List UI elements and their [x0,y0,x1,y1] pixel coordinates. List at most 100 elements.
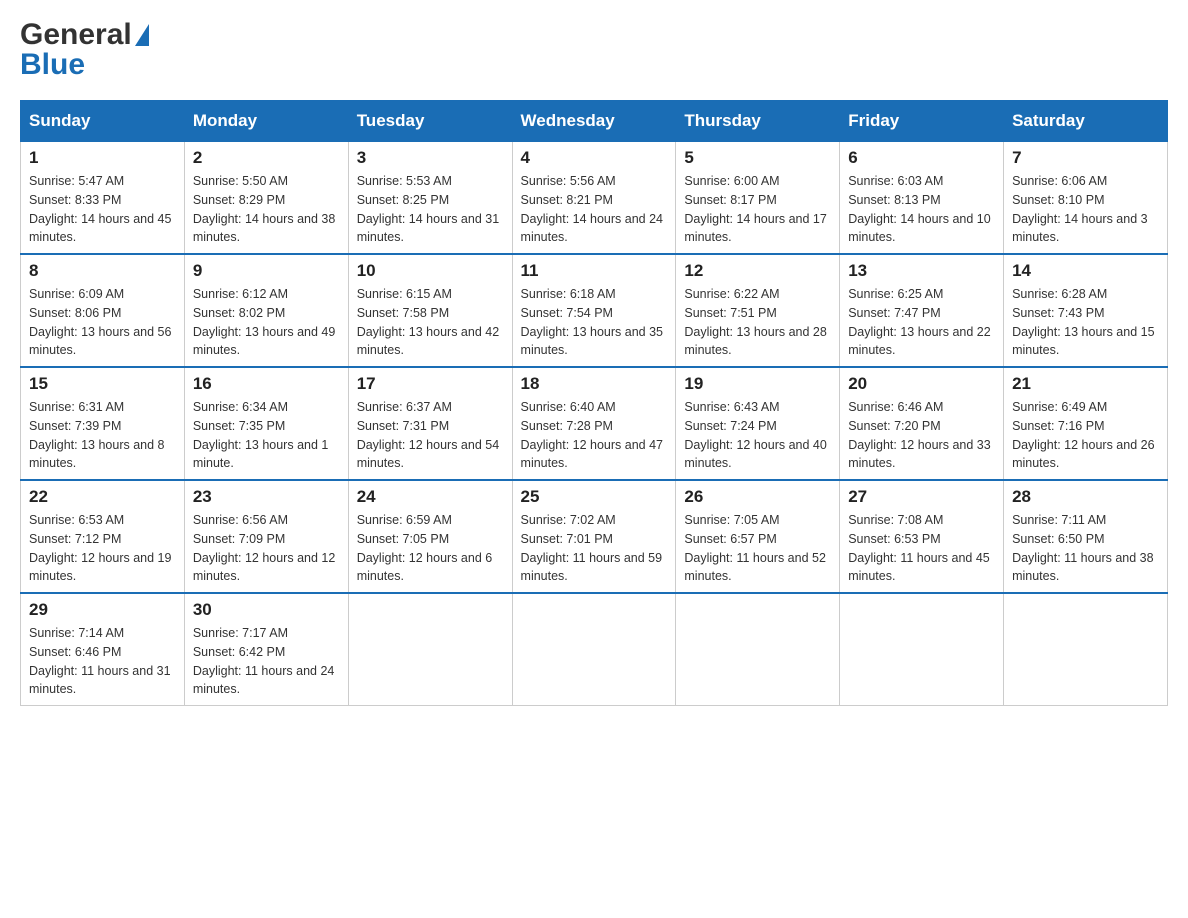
day-number: 28 [1012,487,1159,507]
day-number: 17 [357,374,504,394]
day-info: Sunrise: 6:34 AMSunset: 7:35 PMDaylight:… [193,398,340,473]
day-cell: 17 Sunrise: 6:37 AMSunset: 7:31 PMDayligh… [348,367,512,480]
day-info: Sunrise: 6:43 AMSunset: 7:24 PMDaylight:… [684,398,831,473]
day-info: Sunrise: 7:02 AMSunset: 7:01 PMDaylight:… [521,511,668,586]
day-number: 13 [848,261,995,281]
day-cell: 8 Sunrise: 6:09 AMSunset: 8:06 PMDaylight… [21,254,185,367]
week-row-4: 22 Sunrise: 6:53 AMSunset: 7:12 PMDayligh… [21,480,1168,593]
day-info: Sunrise: 6:25 AMSunset: 7:47 PMDaylight:… [848,285,995,360]
day-number: 27 [848,487,995,507]
day-info: Sunrise: 7:17 AMSunset: 6:42 PMDaylight:… [193,624,340,699]
day-info: Sunrise: 6:31 AMSunset: 7:39 PMDaylight:… [29,398,176,473]
day-cell: 29 Sunrise: 7:14 AMSunset: 6:46 PMDayligh… [21,593,185,706]
logo-general: General [20,18,132,51]
day-cell: 28Sunrise: 7:11 AMSunset: 6:50 PMDayligh… [1004,480,1168,593]
day-info: Sunrise: 7:14 AMSunset: 6:46 PMDaylight:… [29,624,176,699]
day-cell: 2 Sunrise: 5:50 AMSunset: 8:29 PMDaylight… [184,142,348,255]
day-number: 7 [1012,148,1159,168]
day-cell: 9 Sunrise: 6:12 AMSunset: 8:02 PMDaylight… [184,254,348,367]
day-info: Sunrise: 5:56 AMSunset: 8:21 PMDaylight:… [521,172,668,247]
day-info: Sunrise: 6:59 AMSunset: 7:05 PMDaylight:… [357,511,504,586]
day-number: 6 [848,148,995,168]
header-saturday: Saturday [1004,101,1168,142]
day-info: Sunrise: 6:18 AMSunset: 7:54 PMDaylight:… [521,285,668,360]
logo: General Blue [20,20,149,80]
day-number: 16 [193,374,340,394]
day-cell: 14 Sunrise: 6:28 AMSunset: 7:43 PMDayligh… [1004,254,1168,367]
week-row-1: 1 Sunrise: 5:47 AMSunset: 8:33 PMDaylight… [21,142,1168,255]
weekday-header-row: Sunday Monday Tuesday Wednesday Thursday… [21,101,1168,142]
day-number: 23 [193,487,340,507]
day-cell: 26 Sunrise: 7:05 AMSunset: 6:57 PMDayligh… [676,480,840,593]
day-cell: 24 Sunrise: 6:59 AMSunset: 7:05 PMDayligh… [348,480,512,593]
day-info: Sunrise: 5:47 AMSunset: 8:33 PMDaylight:… [29,172,176,247]
week-row-5: 29 Sunrise: 7:14 AMSunset: 6:46 PMDayligh… [21,593,1168,706]
day-cell: 22 Sunrise: 6:53 AMSunset: 7:12 PMDayligh… [21,480,185,593]
day-info: Sunrise: 7:05 AMSunset: 6:57 PMDaylight:… [684,511,831,586]
calendar-table: Sunday Monday Tuesday Wednesday Thursday… [20,100,1168,706]
day-cell: 21 Sunrise: 6:49 AMSunset: 7:16 PMDayligh… [1004,367,1168,480]
day-number: 2 [193,148,340,168]
header-thursday: Thursday [676,101,840,142]
day-number: 30 [193,600,340,620]
day-number: 29 [29,600,176,620]
day-cell: 3Sunrise: 5:53 AMSunset: 8:25 PMDaylight… [348,142,512,255]
day-info: Sunrise: 6:09 AMSunset: 8:06 PMDaylight:… [29,285,176,360]
day-info: Sunrise: 6:40 AMSunset: 7:28 PMDaylight:… [521,398,668,473]
day-cell: 7Sunrise: 6:06 AMSunset: 8:10 PMDaylight… [1004,142,1168,255]
day-info: Sunrise: 6:53 AMSunset: 7:12 PMDaylight:… [29,511,176,586]
day-cell [512,593,676,706]
day-cell: 6 Sunrise: 6:03 AMSunset: 8:13 PMDaylight… [840,142,1004,255]
day-number: 15 [29,374,176,394]
day-cell [1004,593,1168,706]
day-cell [348,593,512,706]
day-cell [676,593,840,706]
week-row-3: 15 Sunrise: 6:31 AMSunset: 7:39 PMDayligh… [21,367,1168,480]
page-header: General Blue [20,20,1168,80]
logo-triangle [135,24,149,46]
day-number: 21 [1012,374,1159,394]
day-cell: 19Sunrise: 6:43 AMSunset: 7:24 PMDayligh… [676,367,840,480]
day-info: Sunrise: 6:22 AMSunset: 7:51 PMDaylight:… [684,285,831,360]
day-number: 14 [1012,261,1159,281]
day-number: 4 [521,148,668,168]
day-info: Sunrise: 6:56 AMSunset: 7:09 PMDaylight:… [193,511,340,586]
day-number: 12 [684,261,831,281]
day-number: 5 [684,148,831,168]
day-cell: 27 Sunrise: 7:08 AMSunset: 6:53 PMDayligh… [840,480,1004,593]
day-info: Sunrise: 6:12 AMSunset: 8:02 PMDaylight:… [193,285,340,360]
day-cell: 15 Sunrise: 6:31 AMSunset: 7:39 PMDayligh… [21,367,185,480]
header-tuesday: Tuesday [348,101,512,142]
day-number: 1 [29,148,176,168]
header-friday: Friday [840,101,1004,142]
day-number: 9 [193,261,340,281]
day-cell: 12 Sunrise: 6:22 AMSunset: 7:51 PMDayligh… [676,254,840,367]
day-info: Sunrise: 6:49 AMSunset: 7:16 PMDaylight:… [1012,398,1159,473]
header-sunday: Sunday [21,101,185,142]
week-row-2: 8 Sunrise: 6:09 AMSunset: 8:06 PMDaylight… [21,254,1168,367]
day-number: 26 [684,487,831,507]
day-cell: 5 Sunrise: 6:00 AMSunset: 8:17 PMDaylight… [676,142,840,255]
day-number: 11 [521,261,668,281]
day-info: Sunrise: 5:50 AMSunset: 8:29 PMDaylight:… [193,172,340,247]
day-info: Sunrise: 6:37 AMSunset: 7:31 PMDaylight:… [357,398,504,473]
day-info: Sunrise: 5:53 AMSunset: 8:25 PMDaylight:… [357,172,504,247]
day-number: 10 [357,261,504,281]
day-number: 8 [29,261,176,281]
day-cell: 11 Sunrise: 6:18 AMSunset: 7:54 PMDayligh… [512,254,676,367]
day-number: 22 [29,487,176,507]
logo-blue: Blue [20,48,85,81]
day-cell: 4 Sunrise: 5:56 AMSunset: 8:21 PMDaylight… [512,142,676,255]
day-info: Sunrise: 6:00 AMSunset: 8:17 PMDaylight:… [684,172,831,247]
day-number: 25 [521,487,668,507]
day-number: 24 [357,487,504,507]
day-info: Sunrise: 7:08 AMSunset: 6:53 PMDaylight:… [848,511,995,586]
day-info: Sunrise: 6:03 AMSunset: 8:13 PMDaylight:… [848,172,995,247]
day-info: Sunrise: 6:46 AMSunset: 7:20 PMDaylight:… [848,398,995,473]
day-cell: 23 Sunrise: 6:56 AMSunset: 7:09 PMDayligh… [184,480,348,593]
day-cell: 25 Sunrise: 7:02 AMSunset: 7:01 PMDayligh… [512,480,676,593]
day-info: Sunrise: 6:15 AMSunset: 7:58 PMDaylight:… [357,285,504,360]
day-info: Sunrise: 6:28 AMSunset: 7:43 PMDaylight:… [1012,285,1159,360]
day-cell: 18Sunrise: 6:40 AMSunset: 7:28 PMDayligh… [512,367,676,480]
day-cell: 16 Sunrise: 6:34 AMSunset: 7:35 PMDayligh… [184,367,348,480]
